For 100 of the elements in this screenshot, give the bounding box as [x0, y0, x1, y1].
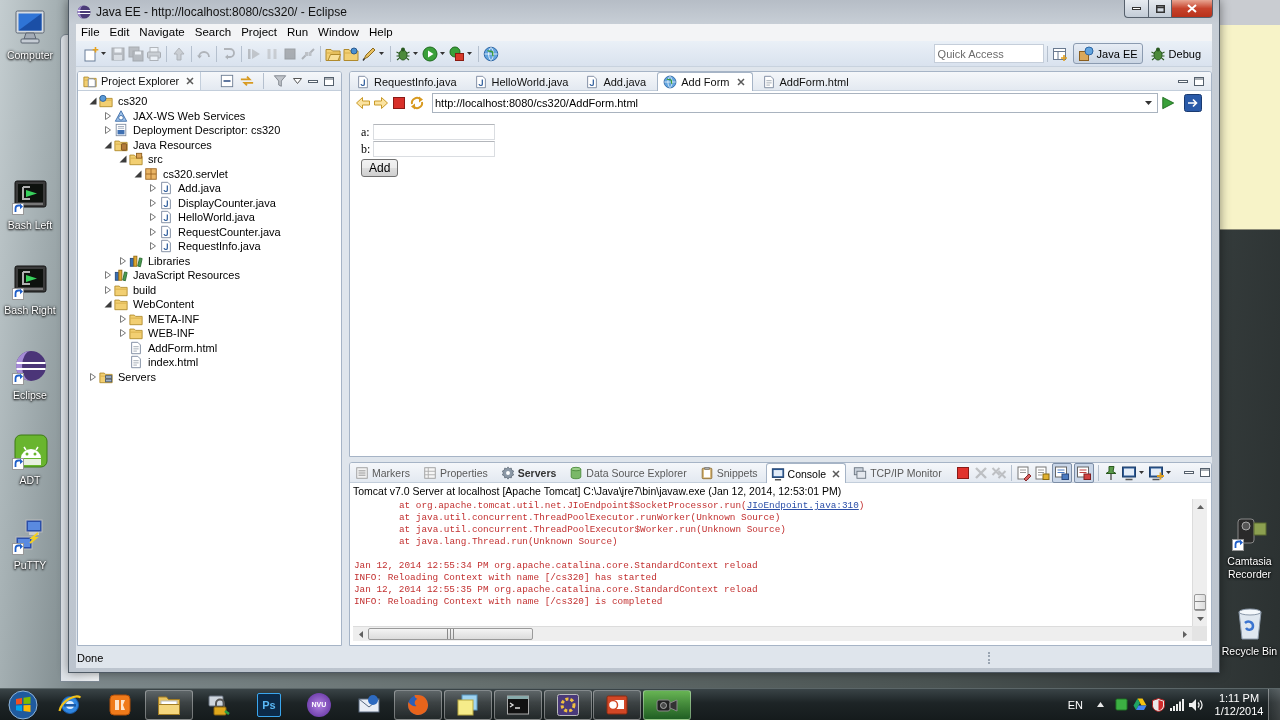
- caret-icon[interactable]: [467, 52, 472, 55]
- close-icon[interactable]: [736, 78, 745, 86]
- icon-label[interactable]: Camtasia Recorder: [1219, 555, 1280, 581]
- tree-item[interactable]: RequestInfo.java: [178, 239, 261, 254]
- expander-icon[interactable]: [119, 155, 127, 164]
- clock-time[interactable]: 1:11 PM: [1218, 691, 1260, 705]
- filter-icon[interactable]: [273, 74, 287, 88]
- back-arrow-icon[interactable]: [355, 95, 371, 111]
- robot-icon[interactable]: [12, 434, 48, 470]
- vertical-scrollbar[interactable]: [1192, 499, 1207, 626]
- maximize-icon[interactable]: [1194, 76, 1204, 86]
- clock-date[interactable]: 1/12/2014: [1214, 704, 1264, 718]
- scroll-left-arrow-icon[interactable]: [358, 630, 363, 638]
- square-icon[interactable]: [1114, 698, 1128, 711]
- caret-icon[interactable]: [379, 52, 384, 55]
- tree-item[interactable]: cs320.servlet: [163, 166, 228, 181]
- source-link[interactable]: JIoEndpoint.java:310: [746, 500, 859, 511]
- caret-icon[interactable]: [413, 52, 418, 55]
- sphere-icon[interactable]: [12, 349, 48, 385]
- pen-icon[interactable]: [361, 45, 377, 62]
- menu-item[interactable]: Project: [236, 25, 282, 40]
- tree-item[interactable]: src: [148, 152, 163, 167]
- clear-console-icon[interactable]: [1015, 464, 1032, 481]
- tree-item[interactable]: WEB-INF: [148, 326, 195, 341]
- minimize-icon[interactable]: [1183, 471, 1194, 474]
- console-error-icon[interactable]: [1073, 463, 1094, 483]
- minimize-button[interactable]: [1124, 0, 1148, 18]
- tree-item[interactable]: DisplayCounter.java: [178, 195, 276, 210]
- expander-icon[interactable]: [104, 140, 112, 149]
- monitor-icon[interactable]: [1120, 464, 1137, 481]
- tree-item[interactable]: META-INF: [148, 311, 200, 326]
- play-icon[interactable]: [422, 45, 438, 62]
- menu-item[interactable]: Navigate: [134, 25, 190, 40]
- maximize-button[interactable]: [1148, 0, 1172, 18]
- scrollbar-thumb[interactable]: [368, 628, 533, 640]
- tree-item[interactable]: JAX-WS Web Services: [133, 108, 246, 123]
- taskbar-button[interactable]: Ps: [245, 689, 293, 720]
- tree-item[interactable]: Libraries: [148, 253, 191, 268]
- language-indicator[interactable]: EN: [1067, 698, 1083, 711]
- open-external-icon[interactable]: [1184, 94, 1202, 112]
- camcorder-icon[interactable]: [1231, 515, 1268, 551]
- tree-item[interactable]: JavaScript Resources: [133, 268, 240, 283]
- triangle-logo-icon[interactable]: [1132, 698, 1147, 711]
- quick-access-field[interactable]: Quick Access: [933, 44, 1044, 63]
- tree-item[interactable]: Servers: [118, 369, 156, 384]
- shield-icon[interactable]: [1151, 697, 1165, 712]
- editor-tab[interactable]: HelloWorld.java: [467, 72, 577, 90]
- menu-item[interactable]: Help: [364, 25, 398, 40]
- play-icon[interactable]: [1161, 96, 1175, 110]
- text-input-field[interactable]: [373, 140, 495, 157]
- view-tab[interactable]: Servers: [495, 463, 563, 482]
- taskbar-button[interactable]: [444, 689, 493, 720]
- text-input-field[interactable]: [373, 123, 495, 140]
- menu-item[interactable]: Search: [189, 25, 237, 40]
- taskbar-button[interactable]: [145, 689, 194, 720]
- expander-icon[interactable]: [104, 300, 112, 309]
- signal-bars-icon[interactable]: [1169, 698, 1184, 711]
- view-tab[interactable]: Console: [765, 463, 847, 483]
- close-button[interactable]: [1172, 0, 1213, 18]
- bug-icon[interactable]: [395, 45, 411, 62]
- tree-item[interactable]: Deployment Descriptor: cs320: [133, 123, 281, 138]
- editor-tab[interactable]: Add.java: [579, 72, 655, 90]
- view-tab[interactable]: Markers: [350, 463, 416, 482]
- scroll-down-arrow-icon[interactable]: [1196, 616, 1204, 621]
- add-button[interactable]: Add: [361, 159, 399, 177]
- tree-item[interactable]: AddForm.html: [148, 340, 218, 355]
- view-tab[interactable]: Project Explorer: [78, 72, 202, 90]
- editor-tab[interactable]: Add Form: [657, 72, 753, 91]
- window-plus-icon[interactable]: [1051, 45, 1068, 62]
- new-console-icon[interactable]: [1147, 464, 1164, 481]
- scroll-lock-icon[interactable]: [1033, 464, 1050, 481]
- menu-item[interactable]: Window: [313, 25, 364, 40]
- menu-item[interactable]: Edit: [104, 25, 135, 40]
- monitor-icon[interactable]: [12, 9, 48, 45]
- close-icon[interactable]: [186, 77, 195, 85]
- expander-icon[interactable]: [134, 169, 142, 178]
- scrollbar-thumb[interactable]: [1194, 594, 1206, 611]
- tree-item[interactable]: build: [133, 282, 157, 297]
- terminal-icon[interactable]: [12, 179, 48, 215]
- stop-icon[interactable]: [391, 95, 407, 111]
- url-field[interactable]: http://localhost:8080/cs320/AddForm.html: [432, 93, 1158, 113]
- perspective-button[interactable]: Debug: [1144, 43, 1206, 64]
- terminal-icon[interactable]: [12, 264, 48, 300]
- tree-item[interactable]: WebContent: [133, 297, 194, 312]
- view-tab[interactable]: TCP/IP Monitor: [848, 463, 948, 482]
- tree-item[interactable]: cs320: [118, 94, 148, 109]
- horizontal-scrollbar[interactable]: [353, 626, 1192, 641]
- tree-item[interactable]: index.html: [148, 355, 199, 370]
- menu-item[interactable]: Run: [282, 25, 314, 40]
- view-menu-icon[interactable]: [293, 78, 302, 84]
- console-output-icon[interactable]: [1051, 463, 1072, 483]
- scroll-right-arrow-icon[interactable]: [1182, 630, 1187, 638]
- view-tab[interactable]: Snippets: [694, 463, 764, 482]
- show-desktop-button[interactable]: [1268, 689, 1280, 720]
- minimize-icon[interactable]: [308, 79, 318, 83]
- editor-tab[interactable]: RequestInfo.java: [350, 72, 465, 90]
- editor-tab[interactable]: AddForm.html: [755, 72, 857, 90]
- taskbar-button[interactable]: [643, 689, 692, 720]
- taskbar-button[interactable]: [543, 689, 592, 720]
- globe-icon[interactable]: [483, 45, 499, 62]
